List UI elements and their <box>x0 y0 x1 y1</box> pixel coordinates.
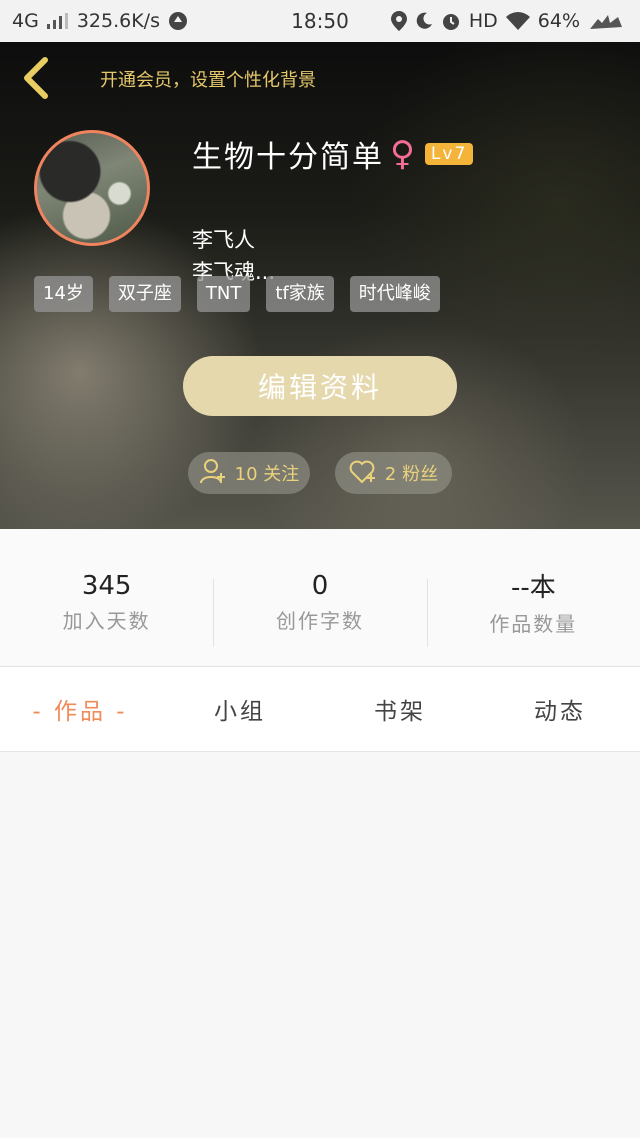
stats-bar: 345 加入天数 0 创作字数 --本 作品数量 <box>0 529 640 665</box>
tag-zodiac: 双子座 <box>108 276 181 312</box>
add-user-icon <box>199 457 227 490</box>
wifi-icon <box>505 12 530 30</box>
following-button[interactable]: 10 关注 <box>188 452 310 494</box>
tag-times: 时代峰峻 <box>349 276 440 312</box>
tab-activity[interactable]: 动态 <box>480 667 640 751</box>
stat-label: 创作字数 <box>275 608 364 633</box>
stat-word-count: 0 创作字数 <box>213 529 426 665</box>
stat-value: 0 <box>311 570 329 601</box>
profile-tabs: - 作品 - 小组 书架 动态 <box>0 666 640 752</box>
pet-icon <box>588 11 628 31</box>
tag-age: 14岁 <box>34 276 93 312</box>
tag-list: 14岁 双子座 TNT tf家族 时代峰峻 <box>34 276 440 312</box>
tag-tf-family: tf家族 <box>266 276 334 312</box>
profile-header: 开通会员，设置个性化背景 生物十分简单 ♀ Lv7 李飞人 李飞魂... 14岁… <box>0 42 640 529</box>
avatar[interactable] <box>34 130 150 246</box>
username: 生物十分简单 <box>192 140 384 175</box>
alarm-icon <box>441 11 461 31</box>
location-icon <box>390 11 407 31</box>
stat-works: --本 作品数量 <box>426 529 640 665</box>
tab-content-area <box>0 752 640 1138</box>
signal-icon <box>46 13 69 29</box>
fans-count: 2 粉丝 <box>384 464 439 485</box>
back-button[interactable] <box>14 56 58 104</box>
moon-icon <box>415 12 433 30</box>
stat-label: 加入天数 <box>62 608 151 633</box>
chevron-left-icon <box>21 56 51 104</box>
tag-tnt: TNT <box>196 276 251 312</box>
female-gender-icon: ♀ <box>390 134 417 174</box>
network-speed: 325.6K/s <box>76 10 160 32</box>
tab-bookshelf[interactable]: 书架 <box>320 667 480 751</box>
stat-value: 345 <box>81 570 132 601</box>
status-bar: 4G 325.6K/s 18:50 HD 64% <box>0 0 640 42</box>
bio-line-1: 李飞人 <box>192 228 255 252</box>
edit-profile-button[interactable]: 编辑资料 <box>183 356 457 416</box>
hd-indicator: HD <box>468 10 498 32</box>
following-count: 10 关注 <box>234 464 300 485</box>
battery-percent: 64% <box>537 10 580 32</box>
tab-works[interactable]: - 作品 - <box>0 667 160 751</box>
heart-plus-icon <box>349 458 377 489</box>
stat-join-days: 345 加入天数 <box>0 529 213 665</box>
tab-groups[interactable]: 小组 <box>160 667 320 751</box>
stat-value: --本 <box>510 573 556 603</box>
stat-label: 作品数量 <box>489 612 578 636</box>
data-saver-icon <box>168 11 188 31</box>
vip-background-link[interactable]: 开通会员，设置个性化背景 <box>100 66 316 92</box>
fans-button[interactable]: 2 粉丝 <box>335 452 452 494</box>
level-badge: Lv7 <box>424 143 474 165</box>
network-type: 4G <box>12 10 39 32</box>
username-row: 生物十分简单 ♀ Lv7 <box>192 132 474 176</box>
